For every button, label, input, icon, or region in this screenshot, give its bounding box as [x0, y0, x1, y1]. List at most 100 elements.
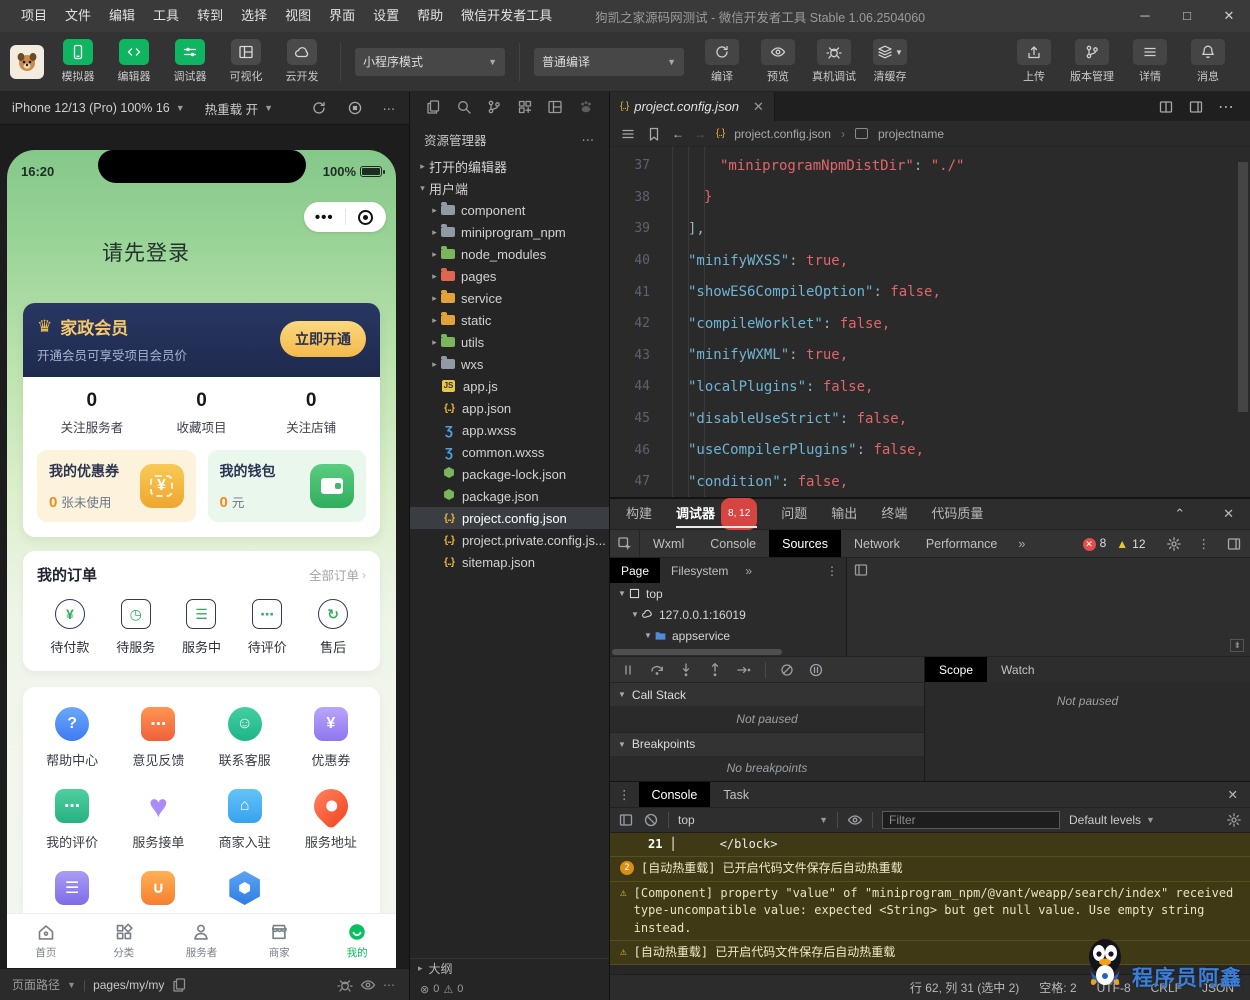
- tree-item[interactable]: {..} project.private.config.js...: [410, 529, 609, 551]
- status-item[interactable]: JSON: [1202, 981, 1234, 995]
- coupon-card[interactable]: 我的优惠券 0 张未使用 ¥: [37, 450, 196, 522]
- devtools-tab-network[interactable]: Network: [841, 530, 913, 557]
- tree-item[interactable]: package.json: [410, 485, 609, 507]
- drawer-tab-console[interactable]: Console: [638, 782, 711, 807]
- sources-tree-item[interactable]: ▼ appservice: [610, 625, 846, 646]
- forward-icon[interactable]: →: [694, 127, 706, 141]
- panel-tab-输出[interactable]: 输出: [831, 499, 857, 529]
- search-icon[interactable]: [456, 99, 472, 115]
- panel-tab-代码质量[interactable]: 代码质量: [931, 499, 983, 529]
- grid-item[interactable]: ? 帮助中心: [29, 707, 115, 769]
- sources-hscrollbar[interactable]: [610, 648, 846, 656]
- copy-path-icon[interactable]: [171, 977, 187, 993]
- split-editor-icon[interactable]: [1158, 99, 1174, 115]
- capsule-close-icon[interactable]: [346, 209, 387, 225]
- tree-item[interactable]: ▸ wxs: [410, 353, 609, 375]
- breakpoints-header[interactable]: ▼ Breakpoints: [610, 731, 924, 756]
- tree-item[interactable]: JS app.js: [410, 375, 609, 397]
- editor-layout-icon[interactable]: [1188, 99, 1204, 115]
- grid-item[interactable]: ⋯ 我的评价: [29, 789, 115, 851]
- tree-item[interactable]: {..} app.json: [410, 397, 609, 419]
- mode-button[interactable]: 可视化: [222, 39, 270, 84]
- menu-item[interactable]: 工具: [144, 0, 188, 32]
- breadcrumb-file[interactable]: project.config.json: [734, 127, 831, 141]
- pathbar-more-icon[interactable]: ⋯: [383, 978, 397, 992]
- panel-tab-问题[interactable]: 问题: [781, 499, 807, 529]
- mode-button[interactable]: 云开发: [278, 39, 326, 84]
- login-prompt[interactable]: 请先登录: [102, 237, 396, 267]
- pretty-print-icon[interactable]: ⇟: [1230, 639, 1244, 652]
- toolbar-right-button[interactable]: 上传: [1010, 39, 1058, 84]
- tree-item[interactable]: ▸ pages: [410, 265, 609, 287]
- outline-section[interactable]: ▸ 大纲: [410, 958, 609, 978]
- capsule-more-icon[interactable]: •••: [304, 209, 345, 226]
- tree-item[interactable]: ▸ service: [410, 287, 609, 309]
- grid-item[interactable]: 服务地址: [288, 781, 374, 851]
- console-prompt[interactable]: ›: [610, 965, 1250, 974]
- grid-item[interactable]: ⋯ 意见反馈: [115, 707, 201, 769]
- grid-item[interactable]: ♥ 服务接单: [115, 788, 201, 851]
- inspect-element-icon[interactable]: [610, 530, 640, 557]
- toolbar-right-button[interactable]: 版本管理: [1068, 39, 1116, 84]
- tree-item[interactable]: ▸ static: [410, 309, 609, 331]
- devtools-problem-counts[interactable]: ✕ 8 ▲ 12: [1082, 530, 1158, 557]
- tree-item[interactable]: package-lock.json: [410, 463, 609, 485]
- stat-item[interactable]: 0 关注店铺: [256, 390, 366, 436]
- source-control-icon[interactable]: [486, 99, 502, 115]
- drawer-tab-task[interactable]: Task: [710, 782, 762, 807]
- close-button[interactable]: ✕: [1208, 0, 1250, 32]
- editor-tab-project-config[interactable]: {..} project.config.json ✕: [610, 92, 775, 121]
- layout-icon[interactable]: [547, 99, 563, 115]
- pause-icon[interactable]: [620, 662, 636, 678]
- status-item[interactable]: 空格: 2: [1039, 979, 1076, 996]
- console-sidebar-icon[interactable]: [618, 812, 634, 828]
- menu-item[interactable]: 文件: [56, 0, 100, 32]
- mode-button[interactable]: 编辑器: [110, 39, 158, 84]
- menu-item[interactable]: 界面: [320, 0, 364, 32]
- menu-item[interactable]: 视图: [276, 0, 320, 32]
- phone-tab-home[interactable]: 首页: [7, 914, 85, 968]
- tree-item[interactable]: ▸ 打开的编辑器: [410, 155, 609, 177]
- panel-tab-调试器[interactable]: 调试器 8, 12: [676, 498, 758, 530]
- tree-item[interactable]: ▾ 用户端: [410, 177, 609, 199]
- menu-item[interactable]: 帮助: [408, 0, 452, 32]
- all-orders-link[interactable]: 全部订单: [309, 565, 359, 584]
- explorer-more-icon[interactable]: ⋯: [582, 132, 596, 147]
- grid-item[interactable]: ☺ 联系客服: [202, 707, 288, 769]
- devtools-overflow-icon[interactable]: »: [1010, 530, 1033, 557]
- mode-button[interactable]: 调试器: [166, 39, 214, 84]
- drawer-menu-icon[interactable]: ⋮: [610, 782, 639, 807]
- order-status-item[interactable]: ¥ 待付款: [37, 599, 103, 656]
- action-button[interactable]: ▼ 清缓存: [866, 39, 914, 84]
- devtools-tab-performance[interactable]: Performance: [913, 530, 1011, 557]
- status-item[interactable]: UTF-8: [1097, 981, 1131, 995]
- order-status-item[interactable]: ☰ 服务中: [169, 599, 235, 656]
- status-item[interactable]: CRLF: [1151, 981, 1182, 995]
- menu-item[interactable]: 微信开发者工具: [452, 0, 561, 32]
- console-settings-icon[interactable]: [1226, 812, 1242, 828]
- sources-menu-icon[interactable]: ⋮: [818, 558, 846, 583]
- wallet-card[interactable]: 我的钱包 0 元: [207, 450, 366, 522]
- toolbar-right-button[interactable]: 消息: [1184, 39, 1232, 84]
- deactivate-breakpoints-icon[interactable]: [779, 662, 795, 678]
- dock-side-icon[interactable]: [1218, 530, 1250, 557]
- page-path[interactable]: pages/my/my: [93, 978, 164, 992]
- menu-item[interactable]: 项目: [12, 0, 56, 32]
- tree-item[interactable]: {..} sitemap.json: [410, 551, 609, 573]
- panel-tab-终端[interactable]: 终端: [881, 499, 907, 529]
- user-avatar[interactable]: [10, 44, 44, 79]
- tree-item[interactable]: ▸ node_modules: [410, 243, 609, 265]
- stat-item[interactable]: 0 关注服务者: [37, 390, 147, 436]
- mode-button[interactable]: 模拟器: [54, 39, 102, 84]
- step-over-icon[interactable]: [649, 662, 665, 678]
- bookmark-icon[interactable]: [646, 126, 662, 142]
- menu-item[interactable]: 选择: [232, 0, 276, 32]
- sources-tree-item[interactable]: ▼ 127.0.0.1:16019: [610, 604, 846, 625]
- live-expression-icon[interactable]: [847, 812, 863, 828]
- drawer-close-icon[interactable]: ✕: [1216, 782, 1250, 807]
- wechat-capsule[interactable]: •••: [304, 202, 386, 232]
- minimize-button[interactable]: ─: [1124, 0, 1166, 32]
- grid-item[interactable]: ¥ 优惠券: [288, 707, 374, 769]
- tree-item[interactable]: Ʒapp.wxss: [410, 419, 609, 441]
- devtools-menu-icon[interactable]: ⋮: [1190, 530, 1219, 557]
